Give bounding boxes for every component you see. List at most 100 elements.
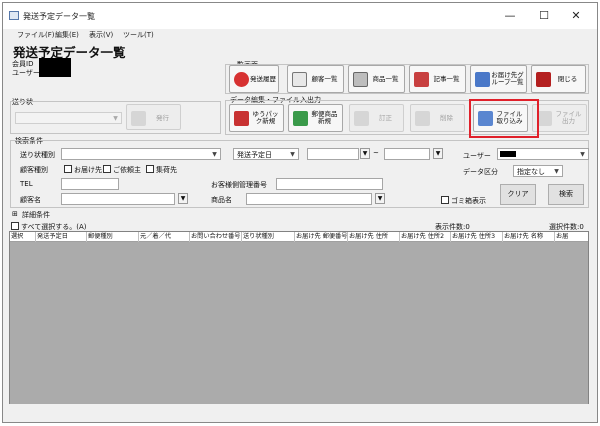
- gobako-checkbox[interactable]: [441, 196, 449, 204]
- data-division-label: データ区分: [463, 168, 498, 176]
- select-all-checkbox[interactable]: [11, 222, 19, 230]
- product-name-label: 商品名: [211, 196, 232, 204]
- tel-input[interactable]: [61, 178, 119, 190]
- data-division-select[interactable]: 指定なし ▼: [513, 165, 563, 177]
- menu-edit[interactable]: 編集(E): [55, 30, 79, 40]
- column-header[interactable]: お問い合わせ番号: [190, 232, 242, 242]
- group-icon: [475, 72, 490, 87]
- column-header[interactable]: 選択: [10, 232, 36, 242]
- minimize-button[interactable]: —: [499, 7, 521, 25]
- range-tilde: ~: [373, 149, 379, 157]
- redacted-user-value: [500, 151, 516, 157]
- column-header[interactable]: お届け先 住所: [348, 232, 400, 242]
- pencil-icon: [354, 111, 369, 126]
- chevron-down-icon: ▼: [580, 151, 585, 158]
- history-label: 発送履歴: [250, 74, 276, 83]
- customer-type-label: 顧客種別: [20, 166, 48, 174]
- correct-button[interactable]: 訂正: [349, 104, 404, 132]
- close-label: 閉じる: [557, 74, 578, 83]
- chevron-down-icon: ▼: [212, 151, 217, 158]
- postal-icon: [293, 111, 308, 126]
- redacted-user-info: [39, 58, 71, 77]
- mgmt-no-label: お客様側管理番号: [211, 181, 267, 189]
- column-header[interactable]: 発送予定日: [36, 232, 87, 242]
- issue-label: 発行: [156, 113, 169, 122]
- data-grid[interactable]: 選択 発送予定日 郵便種別 元／着／代 お問い合わせ番号 送り状種別 お届け先 …: [9, 231, 589, 405]
- product-name-input[interactable]: [246, 193, 372, 205]
- printer-icon: [131, 111, 146, 126]
- date-to-dropdown[interactable]: ▼: [433, 148, 443, 159]
- close-button[interactable]: 閉じる: [531, 65, 586, 93]
- customer-name-label: 顧客名: [20, 196, 41, 204]
- products-label: 商品一覧: [372, 74, 399, 83]
- customer-name-dropdown[interactable]: ▼: [178, 193, 188, 204]
- tel-label: TEL: [20, 180, 33, 188]
- delivery-group-button[interactable]: お届け先グループ一覧: [470, 65, 527, 93]
- file-output-button[interactable]: ファイル出力: [532, 104, 587, 132]
- user-select[interactable]: ▼: [497, 148, 589, 160]
- column-header[interactable]: お届け先 住所2: [400, 232, 451, 242]
- date-type-value: 発送予定日: [237, 151, 272, 159]
- file-output-icon: [537, 111, 552, 126]
- products-button[interactable]: 商品一覧: [348, 65, 405, 93]
- date-type-select[interactable]: 発送予定日 ▼: [233, 148, 299, 160]
- postal-new-label: 郵便商品新規: [311, 110, 338, 125]
- column-header[interactable]: 送り状種別: [242, 232, 295, 242]
- expand-icon[interactable]: ⊞: [12, 210, 18, 218]
- grid-header: 選択 発送予定日 郵便種別 元／着／代 お問い合わせ番号 送り状種別 お届け先 …: [10, 232, 588, 242]
- delivery-group-label: お届け先グループ一覧: [491, 71, 524, 86]
- column-header[interactable]: 郵便種別: [87, 232, 139, 242]
- user-label: ユーザー: [12, 69, 40, 77]
- highlight-box: [469, 99, 539, 138]
- close-window-button[interactable]: ✕: [565, 7, 587, 25]
- exit-door-icon: [536, 72, 551, 87]
- data-division-value: 指定なし: [517, 168, 545, 176]
- chevron-down-icon: ▼: [113, 115, 118, 122]
- chevron-down-icon: ▼: [290, 151, 295, 158]
- customer-card-icon: [292, 72, 307, 87]
- history-button[interactable]: 発送履歴: [229, 65, 279, 93]
- delete-button[interactable]: 削除: [410, 104, 465, 132]
- date-to-input[interactable]: [384, 148, 430, 160]
- date-from-dropdown[interactable]: ▼: [360, 148, 370, 159]
- invoice-type-select[interactable]: ▼: [61, 148, 221, 160]
- requester-option-label: ご依頼主: [113, 166, 141, 174]
- column-header[interactable]: お届け先 郵便番号: [295, 232, 348, 242]
- articles-button[interactable]: 記事一覧: [409, 65, 466, 93]
- menu-bar: ファイル(F) 編集(E) 表示(V) ツール(T): [3, 29, 597, 41]
- user-filter-label: ユーザー: [463, 152, 491, 160]
- invoice-select[interactable]: ▼: [15, 112, 122, 124]
- menu-tools[interactable]: ツール(T): [123, 30, 154, 40]
- postal-new-button[interactable]: 郵便商品新規: [288, 104, 343, 132]
- gobako-label: ゴミ箱表示: [451, 197, 486, 205]
- date-from-input[interactable]: [307, 148, 359, 160]
- customers-button[interactable]: 顧客一覧: [287, 65, 344, 93]
- issue-button[interactable]: 発行: [126, 104, 181, 130]
- delivery-checkbox[interactable]: [64, 165, 72, 173]
- requester-checkbox[interactable]: [103, 165, 111, 173]
- menu-file[interactable]: ファイル(F): [17, 30, 55, 40]
- articles-label: 記事一覧: [433, 74, 460, 83]
- collection-checkbox[interactable]: [146, 165, 154, 173]
- column-header[interactable]: 元／着／代: [139, 232, 190, 242]
- yupack-new-button[interactable]: ゆうパック新規: [229, 104, 284, 132]
- title-bar: 発送予定データ一覧 — ☐ ✕: [3, 3, 597, 29]
- invoice-type-label: 送り状種別: [20, 151, 55, 159]
- mgmt-no-input[interactable]: [276, 178, 383, 190]
- file-output-label: ファイル出力: [555, 110, 582, 125]
- app-icon: [9, 11, 19, 20]
- column-header[interactable]: お届: [555, 232, 588, 242]
- clear-button[interactable]: クリア: [500, 184, 536, 205]
- details-label: 詳細条件: [22, 211, 50, 219]
- window-title: 発送予定データ一覧: [23, 12, 95, 21]
- search-button[interactable]: 検索: [548, 184, 584, 205]
- menu-view[interactable]: 表示(V): [89, 30, 113, 40]
- delivery-option-label: お届け先: [74, 166, 102, 174]
- main-window: 発送予定データ一覧 — ☐ ✕ ファイル(F) 編集(E) 表示(V) ツール(…: [2, 2, 598, 423]
- customer-name-input[interactable]: [61, 193, 175, 205]
- maximize-button[interactable]: ☐: [533, 7, 555, 25]
- column-header[interactable]: お届け先 住所3: [451, 232, 503, 242]
- column-header[interactable]: お届け先 名称: [503, 232, 555, 242]
- product-name-dropdown[interactable]: ▼: [375, 193, 385, 204]
- history-icon: [234, 72, 249, 87]
